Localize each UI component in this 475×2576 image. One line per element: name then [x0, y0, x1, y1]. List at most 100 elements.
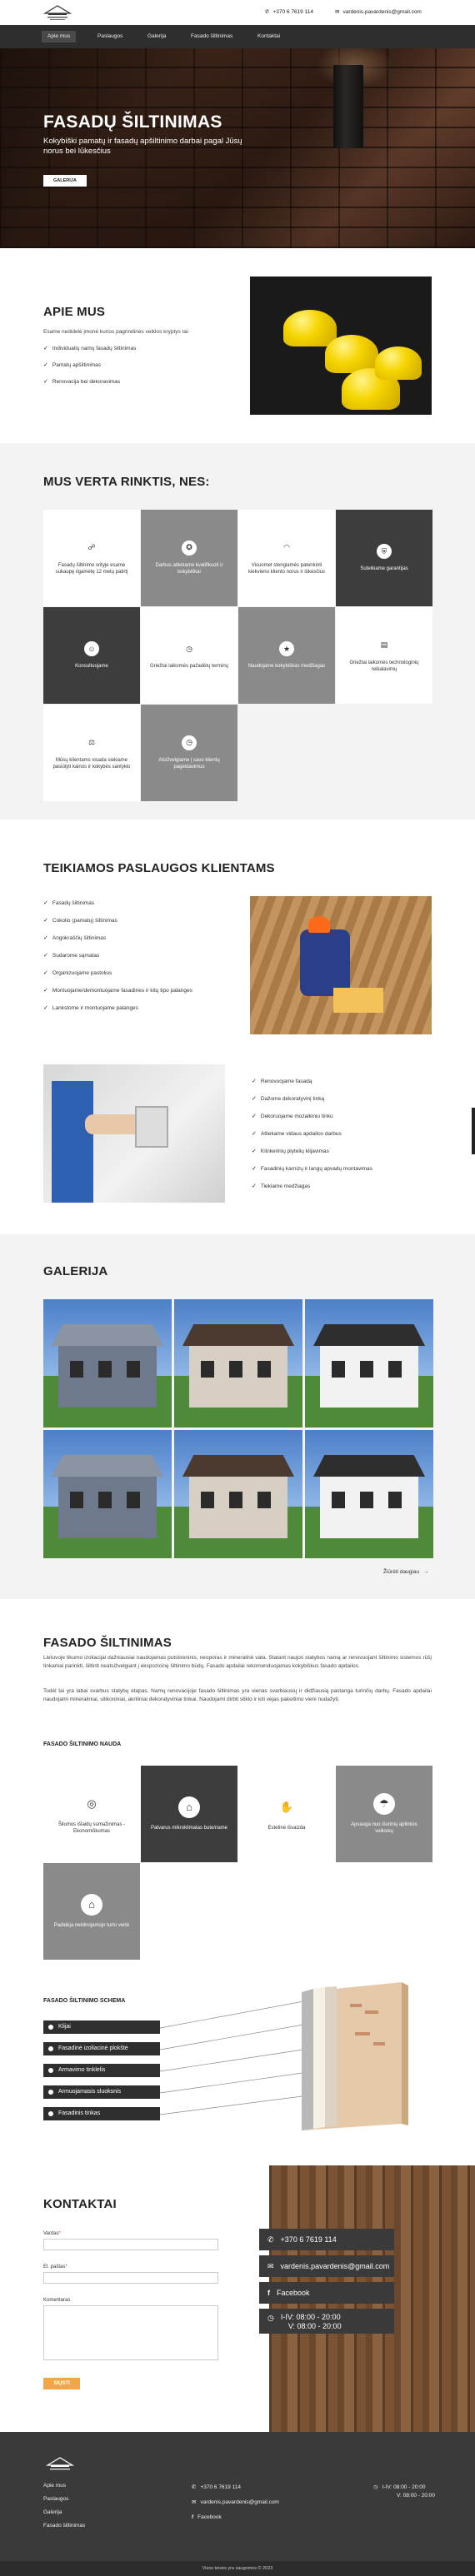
- check-icon: ✓: [252, 1079, 257, 1084]
- user-icon: ☺: [84, 640, 99, 656]
- gallery-image[interactable]: [305, 1299, 433, 1428]
- contact-facebook[interactable]: f Facebook: [259, 2282, 394, 2304]
- phone-icon: ✆: [192, 2484, 197, 2490]
- footer-facebook[interactable]: f Facebook: [192, 2514, 222, 2521]
- window: [201, 1361, 214, 1378]
- plastering-worker-image: [43, 1064, 225, 1203]
- footer-logo[interactable]: [43, 2455, 77, 2474]
- benefit-text: Patvarus mikroklimatas bute/name: [150, 1825, 228, 1831]
- about-item: ✓ Individualių namų fasadų šiltinimas: [43, 346, 137, 352]
- layer-button[interactable]: Fasadinis tinkas: [43, 2107, 160, 2120]
- service-item: ✓ Fasadinių karnizų ir langų apvadų monta…: [252, 1166, 372, 1172]
- footer-link-apie-mus[interactable]: Apie mus: [43, 2482, 66, 2489]
- reason-cell: ▤ Griežtai laikomės technologinių reikala…: [336, 607, 432, 704]
- header-phone[interactable]: ✆ +370 6 7619 114: [265, 8, 313, 16]
- clock-icon: ◷: [373, 2484, 378, 2490]
- benefit-text: Estetinė išvaizda: [268, 1825, 306, 1831]
- service-item: ✓ Lankstome ir montuojame palanges: [43, 1005, 138, 1011]
- window: [98, 1492, 112, 1508]
- check-icon: ✓: [43, 900, 48, 906]
- check-icon: ✓: [252, 1183, 257, 1189]
- about-intro: Esame nedidelė įmonė kurios pagrindinės …: [43, 329, 190, 335]
- clock-icon: ◷: [182, 640, 197, 656]
- clock-icon: ◷: [268, 2314, 274, 2322]
- service-item: ✓ Renovuojame fasadą: [252, 1079, 312, 1084]
- layer-button[interactable]: Fasadinė izoliacinė plokštė: [43, 2042, 160, 2055]
- header-email-text: vardenis.pavardenis@gmail.com: [342, 9, 422, 15]
- hero-title: FASADŲ ŠILTINIMAS: [43, 112, 222, 132]
- side-tab[interactable]: [472, 1108, 475, 1154]
- window: [332, 1361, 345, 1378]
- email-field[interactable]: [43, 2272, 218, 2284]
- reason-cell: ⛨ Suteikiame garantijas: [336, 510, 432, 606]
- arrow-right-icon: →: [423, 1569, 429, 1575]
- contact-hours: ◷ I-IV: 08:00 - 20:00 V: 08:00 - 20:00: [259, 2309, 394, 2334]
- contact-phone[interactable]: ✆ +370 6 7619 114: [259, 2229, 394, 2250]
- footer-link-paslaugos[interactable]: Paslaugos: [43, 2495, 68, 2503]
- send-button[interactable]: SIŲSTI: [43, 2378, 80, 2389]
- facade-paragraph-1: Lietuvoje tikumo izoliacijai dažniausiai…: [43, 1655, 432, 1670]
- reason-text: Atsižvelgiame į savo klientų pageidavimu…: [158, 757, 220, 770]
- house-roof: [182, 1455, 294, 1477]
- gallery-image[interactable]: [174, 1299, 302, 1428]
- nav-kontaktai[interactable]: Kontaktai: [252, 31, 286, 42]
- reason-cell: ✪ Darbus atliekame kvalifikuoti ir kokybi…: [141, 510, 238, 606]
- window: [360, 1361, 373, 1378]
- gallery-image[interactable]: [305, 1430, 433, 1558]
- check-icon: ✓: [43, 346, 48, 351]
- services-title: TEIKIAMOS PASLAUGOS KLIENTAMS: [43, 861, 275, 875]
- star-icon: ★: [279, 640, 294, 656]
- window: [388, 1492, 402, 1508]
- comment-field[interactable]: [43, 2305, 218, 2360]
- copyright: Visos teisės yra saugomos © 2023: [0, 2561, 475, 2576]
- nav-paslaugos[interactable]: Paslaugos: [92, 31, 128, 42]
- reason-text: Darbus atliekame kvalifikuoti ir kokybiš…: [155, 562, 223, 575]
- footer-phone[interactable]: ✆ +370 6 7619 114: [192, 2484, 241, 2491]
- footer-hours-2: V: 08:00 - 20:00: [397, 2493, 436, 2499]
- check-icon: ✓: [252, 1096, 257, 1102]
- gallery-image[interactable]: [174, 1430, 302, 1558]
- coin-icon: ◎: [81, 1792, 102, 1815]
- name-field[interactable]: [43, 2239, 218, 2250]
- hand-icon: ✋: [276, 1796, 298, 1818]
- layer-button[interactable]: Klijai: [43, 2020, 160, 2034]
- service-item: ✓ Sudarome sąmatas: [43, 953, 100, 959]
- house-roof: [313, 1455, 425, 1477]
- mail-icon: ✉: [192, 2499, 197, 2505]
- nav-apie-mus[interactable]: Apie mus: [42, 31, 77, 42]
- gallery-image[interactable]: [43, 1430, 172, 1558]
- benefit-text: Padidėja nekilnojamojo turto vertė: [53, 1922, 130, 1928]
- about-item: ✓ Renovacija bei dekoravimas: [43, 379, 121, 386]
- nav-fasado-siltinimas[interactable]: Fasado šiltinimas: [185, 31, 238, 42]
- footer-link-galerija[interactable]: Galerija: [43, 2509, 62, 2516]
- nav-galerija[interactable]: Galerija: [142, 31, 172, 42]
- layer-button[interactable]: Armuojamasis sluoksnis: [43, 2085, 160, 2099]
- facade-paragraph-2: Todėl tai yra labai svarbus statybų etap…: [43, 1688, 432, 1703]
- bullet-icon: [48, 2068, 53, 2073]
- contact-email[interactable]: ✉ vardenis.pavardenis@gmail.com: [259, 2255, 394, 2277]
- helmets-image: [250, 277, 432, 415]
- hero-gallery-button[interactable]: GALERIJA: [43, 175, 87, 187]
- check-icon: ✓: [252, 1148, 257, 1154]
- umbrella-icon: ☂: [373, 1792, 395, 1815]
- reasons-title: MUS VERTA RINKTIS, NES:: [43, 475, 210, 489]
- gallery-title: GALERIJA: [43, 1264, 108, 1278]
- gallery-image[interactable]: [43, 1299, 172, 1428]
- header-email[interactable]: ✉ vardenis.pavardenis@gmail.com: [335, 8, 422, 16]
- about-item: ✓ Pamatų apšiltinimas: [43, 362, 102, 369]
- mail-icon: ✉: [268, 2261, 274, 2270]
- gallery-more-link[interactable]: Žiūrėti daugiau →: [383, 1568, 429, 1576]
- check-icon: ✓: [43, 953, 48, 959]
- reason-cell: ◷ Atsižvelgiame į savo klientų pageidavim…: [141, 705, 238, 801]
- logo[interactable]: [43, 3, 72, 22]
- service-item: ✓ Montuojame/demontuojame fasadines ir ki…: [43, 988, 192, 994]
- layer-button[interactable]: Armavimo tinklelis: [43, 2064, 160, 2077]
- footer: Apie mus Paslaugos Galerija Fasado šilti…: [0, 2432, 475, 2576]
- footer-email[interactable]: ✉ vardenis.pavardenis@gmail.com: [192, 2499, 279, 2506]
- about-title: APIE MUS: [43, 305, 106, 319]
- shield-icon: ⛨: [377, 543, 392, 559]
- footer-link-fasado[interactable]: Fasado šiltinimas: [43, 2522, 85, 2529]
- benefit-cell: ⌂ Padidėja nekilnojamojo turto vertė: [43, 1863, 140, 1960]
- check-icon: ✓: [43, 1005, 48, 1011]
- window: [388, 1361, 402, 1378]
